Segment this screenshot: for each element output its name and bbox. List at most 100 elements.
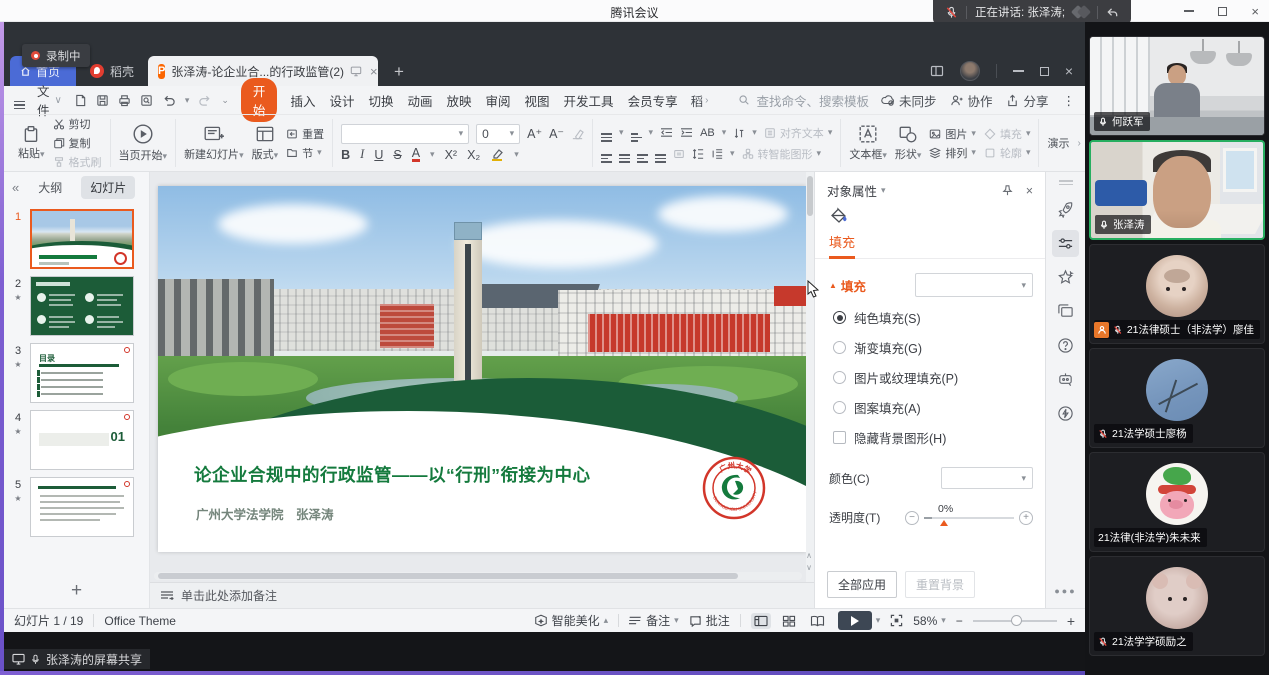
superscript-button[interactable]: X² [445, 148, 458, 162]
add-slide-button[interactable]: + [4, 580, 149, 602]
horizontal-scrollbar[interactable] [154, 572, 802, 580]
textbox-button[interactable]: 文本框▾ [849, 124, 887, 162]
fill-tab[interactable]: 填充 [829, 232, 855, 259]
new-tab-button[interactable]: + [394, 62, 404, 82]
collaborate-button[interactable]: 协作 [950, 91, 992, 110]
play-options-caret[interactable]: ▾ [876, 615, 881, 626]
section-button[interactable]: 节▾ [286, 145, 324, 161]
zoom-level[interactable]: 58%▾ [913, 614, 946, 628]
participant-tile[interactable]: 21法律(非法学)朱未来 [1089, 452, 1265, 552]
tab-outline[interactable]: 大纲 [29, 176, 71, 199]
radio[interactable] [833, 371, 846, 384]
slide-thumbnail-5[interactable] [30, 477, 134, 537]
play-from-current-button[interactable]: 当页开始▾ [119, 123, 168, 163]
close-button[interactable]: × [1251, 5, 1259, 18]
distribute-icon[interactable] [673, 148, 685, 160]
participant-tile[interactable]: 21法律硕士（非法学）廖佳 [1089, 244, 1265, 344]
option-solid-fill[interactable]: 纯色填充(S) [833, 308, 1045, 327]
prev-slide-button[interactable]: ∧ [804, 551, 814, 560]
pin-icon[interactable] [1001, 184, 1014, 197]
more-menu-icon[interactable]: ⋮ [1063, 93, 1076, 108]
next-slide-button[interactable]: ∨ [804, 563, 814, 572]
participant-video-tile[interactable]: 何跃军 [1089, 36, 1265, 136]
apply-all-button[interactable]: 全部应用 [827, 571, 897, 598]
slide-title[interactable]: 论企业合规中的行政监管——以“行刑”衔接为中心 [194, 462, 591, 487]
reading-view-button[interactable] [807, 613, 828, 629]
to-smart-graphic-button[interactable]: 转智能图形▾ [742, 146, 822, 162]
smart-beautify-button[interactable]: 智能美化 ▴ [534, 612, 609, 629]
menu-view[interactable]: 视图 [524, 89, 551, 112]
selection-pane-icon[interactable] [1057, 303, 1074, 320]
change-case-button[interactable]: AB [700, 127, 715, 139]
mic-muted-icon[interactable] [945, 6, 958, 19]
copy-button[interactable]: 复制 [53, 135, 102, 151]
increase-indent-icon[interactable] [680, 127, 693, 138]
transparency-slider[interactable]: − 0% + [905, 511, 1033, 525]
underline-button[interactable]: U [374, 148, 383, 162]
split-view-icon[interactable] [930, 64, 944, 78]
panel-close-icon[interactable]: × [1026, 184, 1033, 198]
vertical-scrollbar[interactable] [806, 172, 814, 582]
layout-button[interactable]: 版式▾ [252, 124, 279, 162]
energy-pin-icon[interactable] [1057, 405, 1074, 422]
align-text-button[interactable]: 对齐文本▾ [764, 125, 833, 141]
menu-member[interactable]: 会员专享 [627, 89, 679, 112]
wps-close-button[interactable]: × [1065, 63, 1073, 79]
slide-thumbnail-3[interactable]: 目录 [30, 343, 134, 403]
fill-button[interactable]: 填充▾ [984, 126, 1031, 142]
menu-animation[interactable]: 动画 [406, 89, 433, 112]
wps-restore-button[interactable] [1040, 67, 1049, 76]
zoom-slider[interactable] [973, 620, 1057, 622]
notes-bar[interactable]: 单击此处添加备注 [150, 582, 814, 608]
scrollbar-thumb[interactable] [807, 176, 813, 216]
option-gradient-fill[interactable]: 渐变填充(G) [833, 338, 1045, 357]
menu-devtools[interactable]: 开发工具 [563, 89, 615, 112]
expand-chevron-icon[interactable]: › [1077, 138, 1080, 149]
tab-slides[interactable]: 幻灯片 [81, 176, 135, 199]
font-family-select[interactable]: ▾ [341, 124, 469, 144]
new-doc-icon[interactable] [74, 94, 87, 107]
effects-star-icon[interactable] [1057, 269, 1074, 286]
object-properties-icon-active[interactable] [1052, 230, 1079, 257]
line-spacing-icon[interactable] [692, 148, 704, 160]
fit-slide-button[interactable] [890, 614, 903, 627]
cut-button[interactable]: 剪切 [53, 116, 102, 132]
zoom-out-button[interactable]: − [956, 614, 963, 628]
slide-sorter-view-button[interactable] [779, 613, 799, 629]
more-panels-icon[interactable]: ●●● [1046, 586, 1085, 596]
decrease-transparency-button[interactable]: − [905, 511, 919, 525]
justify-icon[interactable] [655, 145, 666, 163]
slide-thumbnail-4[interactable]: 01 [30, 410, 134, 470]
print-preview-icon[interactable] [140, 94, 153, 107]
fill-preset-select[interactable]: ▾ [915, 273, 1033, 297]
menu-transition[interactable]: 切换 [367, 89, 394, 112]
subscript-button[interactable]: X₂ [467, 148, 480, 162]
slide-canvas[interactable]: 论企业合规中的行政监管——以“行刑”衔接为中心 广州大学法学院 张泽涛 广州大学… [158, 186, 806, 552]
checkbox[interactable] [833, 431, 846, 444]
quick-tools-rocket-icon[interactable] [1057, 201, 1074, 218]
normal-view-button[interactable] [751, 613, 771, 629]
quick-access-more[interactable]: ⌄ [221, 95, 229, 106]
highlight-button[interactable] [490, 148, 504, 161]
help-icon[interactable] [1057, 337, 1074, 354]
slide-subtitle[interactable]: 广州大学法学院 张泽涛 [196, 504, 334, 523]
restore-button[interactable] [1218, 7, 1227, 16]
menu-docer-more[interactable]: 稻› [691, 91, 709, 110]
account-avatar[interactable] [960, 61, 980, 81]
fill-section-header[interactable]: ▲ 填充 ▾ [829, 273, 1033, 297]
wps-minimize-button[interactable] [1013, 70, 1024, 72]
align-right-icon[interactable] [637, 145, 648, 163]
scrollbar-thumb[interactable] [158, 573, 738, 579]
share-button[interactable]: 分享 [1006, 91, 1048, 110]
bullet-list-icon[interactable] [601, 124, 612, 142]
undo-caret[interactable]: ▾ [185, 95, 190, 106]
strikethrough-button[interactable]: S [393, 148, 401, 162]
option-hide-background[interactable]: 隐藏背景图形(H) [833, 428, 1045, 447]
collapse-sidebar-icon[interactable]: « [12, 180, 19, 195]
increase-transparency-button[interactable]: + [1019, 511, 1033, 525]
outline-button[interactable]: 轮廓▾ [984, 145, 1031, 161]
assistant-robot-icon[interactable] [1057, 371, 1074, 388]
slideshow-play-button[interactable] [838, 611, 872, 630]
radio-selected[interactable] [833, 311, 846, 324]
menu-slideshow[interactable]: 放映 [446, 89, 473, 112]
